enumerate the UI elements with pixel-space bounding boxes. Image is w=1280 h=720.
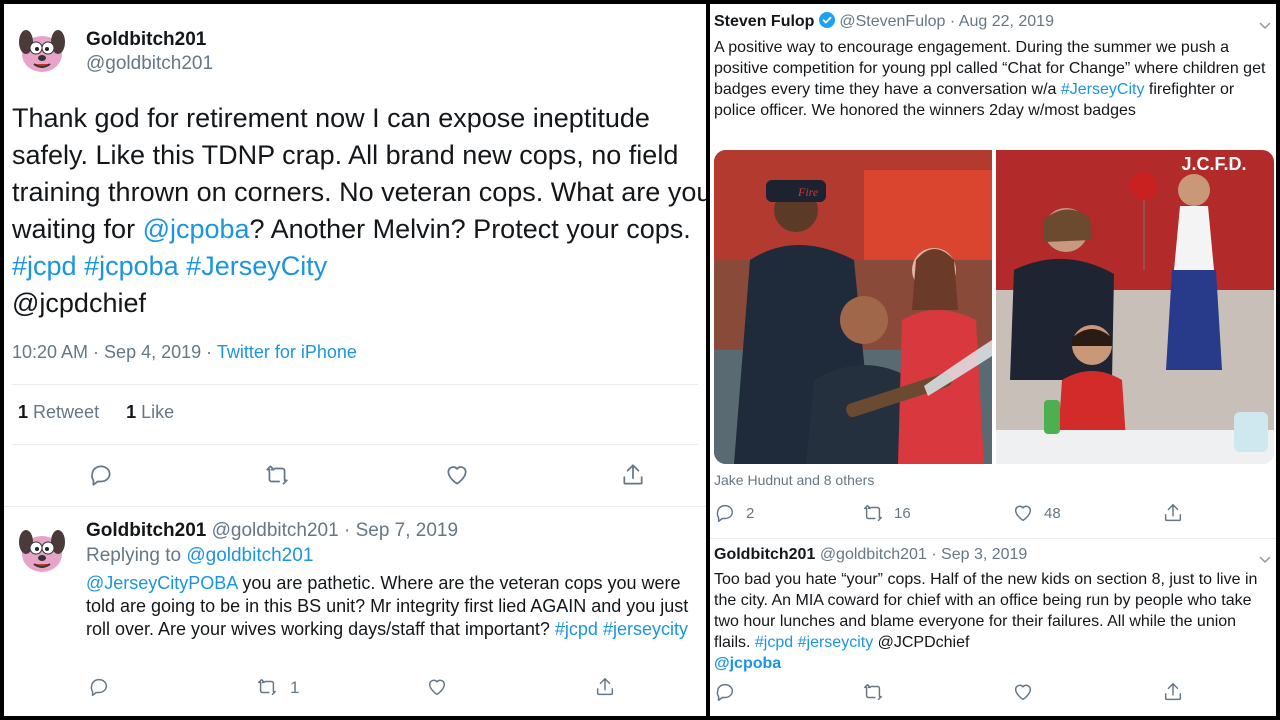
courage-dog-avatar-icon	[12, 520, 72, 580]
reply-icon[interactable]	[88, 462, 114, 488]
reply-date[interactable]: · Sep 7, 2019	[344, 520, 458, 541]
like-icon[interactable]	[444, 462, 470, 488]
gold-reply-text-part: Too bad you hate “your” cops. Half of th…	[714, 571, 1258, 651]
mention-link[interactable]: @JerseyCityPOBA	[86, 573, 237, 593]
hashtag-link[interactable]: #jcpd	[555, 619, 598, 639]
mention-link[interactable]: @jcpoba	[714, 655, 781, 672]
mention-link[interactable]: @jcpoba	[143, 214, 250, 244]
time-text[interactable]: 10:20 AM · Sep 4, 2019 ·	[12, 342, 217, 362]
mention-text[interactable]: @jcpdchief	[12, 288, 146, 318]
hashtag-link[interactable]: #jcpd	[755, 634, 793, 651]
helmet-text: Fire	[797, 185, 819, 199]
reply-icon[interactable]	[88, 676, 110, 698]
share-icon[interactable]	[620, 462, 646, 488]
fulop-author-name[interactable]: Steven Fulop	[714, 13, 814, 30]
reply-author-name[interactable]: Goldbitch201	[86, 520, 206, 541]
divider	[710, 538, 1276, 539]
like-count: 48	[1044, 505, 1061, 522]
share-icon[interactable]	[1162, 502, 1184, 524]
tweet-photo-grid: Fire J.C.F.D.	[714, 150, 1274, 464]
retweet-count: 1	[18, 402, 29, 422]
divider	[12, 384, 698, 385]
retweet-count: 1	[290, 678, 300, 697]
tweet-text-part: ? Another Melvin? Protect your cops.	[249, 214, 691, 244]
hashtag-link[interactable]: #jerseycity	[603, 619, 688, 639]
reply-icon[interactable]	[714, 502, 736, 524]
replying-to-label: Replying to	[86, 545, 187, 566]
retweet-icon[interactable]	[256, 676, 278, 698]
like-count: 1	[126, 402, 137, 422]
divider	[4, 506, 706, 507]
mention-text[interactable]: @JCPDchief	[873, 634, 970, 651]
fulop-author-handle[interactable]: @StevenFulop	[839, 13, 945, 30]
retweet-count: 16	[894, 505, 911, 522]
like-label: Like	[141, 402, 175, 422]
police-photo[interactable]: J.C.F.D.	[996, 150, 1274, 464]
chevron-down-icon[interactable]	[1258, 552, 1272, 564]
fulop-date[interactable]: · Aug 22, 2019	[950, 13, 1054, 30]
hashtag-link[interactable]: #jerseycity	[798, 634, 874, 651]
tweet-photos[interactable]: Fire J.C.F.D.	[714, 150, 1274, 464]
verified-badge-icon	[818, 12, 835, 28]
share-icon[interactable]	[1162, 681, 1184, 703]
author-name[interactable]: Goldbitch201	[86, 29, 206, 51]
divider	[12, 444, 698, 445]
fulop-header: Steven Fulop @StevenFulop · Aug 22, 2019	[714, 12, 1054, 31]
engagement-stats: 1 Retweet 1 Like	[18, 402, 174, 423]
fulop-tweet-text: A positive way to encourage engagement. …	[714, 37, 1274, 121]
hashtag-link[interactable]: #jcpd	[12, 251, 77, 281]
gold-reply-author-name[interactable]: Goldbitch201	[714, 546, 815, 563]
reply-text: @JerseyCityPOBA you are pathetic. Where …	[86, 572, 706, 641]
gold-reply-date[interactable]: · Sep 3, 2019	[931, 546, 1027, 563]
replying-to: Replying to @goldbitch201	[86, 545, 313, 567]
like-icon[interactable]	[1012, 502, 1034, 524]
retweet-label: Retweet	[33, 402, 100, 422]
reply-author-handle[interactable]: @goldbitch201	[212, 520, 339, 541]
like-icon[interactable]	[426, 676, 448, 698]
gold-reply-author-handle[interactable]: @goldbitch201	[820, 546, 927, 563]
chevron-down-icon[interactable]	[1258, 18, 1272, 30]
jcfd-sign-text: J.C.F.D.	[1181, 154, 1246, 174]
tweet-timestamp: 10:20 AM · Sep 4, 2019 · Twitter for iPh…	[12, 342, 357, 363]
retweet-stat[interactable]: 1 Retweet	[18, 402, 99, 422]
liked-by[interactable]: Jake Hudnut and 8 others	[714, 472, 874, 488]
gold-reply-header: Goldbitch201 @goldbitch201 · Sep 3, 2019	[714, 546, 1027, 564]
retweet-icon[interactable]	[862, 681, 884, 703]
retweet-icon[interactable]	[862, 502, 884, 524]
tweet-text: Thank god for retirement now I can expos…	[12, 100, 706, 322]
right-tweet-panel: Steven Fulop @StevenFulop · Aug 22, 2019…	[710, 4, 1276, 716]
reply-icon[interactable]	[714, 681, 736, 703]
replying-to-link[interactable]: @goldbitch201	[186, 545, 313, 566]
gold-reply-text: Too bad you hate “your” cops. Half of th…	[714, 569, 1274, 674]
reply-header: Goldbitch201 @goldbitch201 · Sep 7, 2019	[86, 520, 458, 542]
firefighter-photo[interactable]: Fire	[714, 150, 992, 464]
hashtag-link[interactable]: #JerseyCity	[1061, 81, 1145, 98]
avatar[interactable]	[12, 20, 72, 80]
like-icon[interactable]	[1012, 681, 1034, 703]
hashtag-link[interactable]: #JerseyCity	[186, 251, 327, 281]
courage-dog-avatar-icon	[12, 20, 72, 80]
retweet-icon[interactable]	[264, 462, 290, 488]
like-stat[interactable]: 1 Like	[126, 402, 174, 422]
share-icon[interactable]	[594, 676, 616, 698]
hashtag-link[interactable]: #jcpoba	[84, 251, 179, 281]
source-link[interactable]: Twitter for iPhone	[217, 342, 357, 362]
reply-avatar[interactable]	[12, 520, 72, 580]
reply-count: 2	[746, 505, 755, 522]
left-tweet-panel: Goldbitch201 @goldbitch201 Thank god for…	[4, 4, 706, 716]
author-handle[interactable]: @goldbitch201	[86, 53, 213, 75]
